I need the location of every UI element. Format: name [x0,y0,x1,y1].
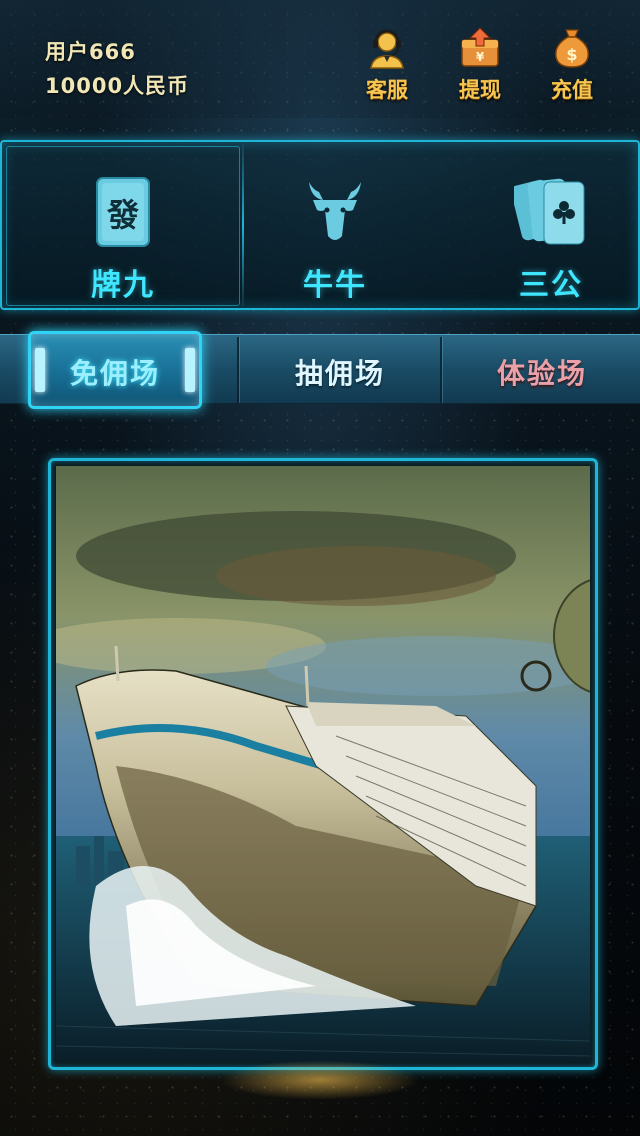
cruise-ship-illustration [56,466,590,1062]
tab-trial[interactable]: 体验场 [444,335,640,405]
tab-label-commission: 抽佣场 [294,357,385,390]
recharge-label: 充值 [551,78,593,102]
game-label-paijiu: 牌九 [91,268,155,303]
game-paijiu[interactable]: 發 牌九 [63,172,183,303]
customer-service-label: 客服 [366,78,408,102]
withdraw-label: 提现 [459,78,501,102]
tab-commission[interactable]: 抽佣场 [240,335,440,405]
headset-agent-icon [370,29,404,69]
room-type-tabs: 免佣场 抽佣场 体验场 [0,331,640,409]
header-bar: 用户666 10000人民币 客服 ¥ 提现 $ 充值 [0,0,640,118]
promo-banner[interactable] [48,458,598,1070]
tab-divider [440,337,442,403]
app-screen: 用户666 10000人民币 客服 ¥ 提现 $ 充值 發 牌九 牛牛 三公 免… [0,0,640,1136]
svg-text:¥: ¥ [476,50,485,64]
game-label-sangong: 三公 [519,268,583,303]
game-label-niuniu: 牛牛 [303,268,367,303]
playing-cards-club-icon [514,178,585,245]
tab-label-commission-free: 免佣场 [69,357,160,390]
tab-label-trial: 体验场 [496,357,587,390]
bottom-glow [220,1060,420,1100]
user-balance: 10000人民币 [45,74,190,98]
tab-divider [237,337,239,403]
tab-commission-free[interactable]: 免佣场 [28,331,202,409]
svg-text:$: $ [566,45,577,64]
bull-head-icon [309,182,361,240]
withdraw-button[interactable]: ¥ 提现 [445,26,515,102]
panel-divider [242,144,244,306]
game-selection-panel: 發 牌九 牛牛 三公 [0,140,640,310]
game-niuniu[interactable]: 牛牛 [275,172,395,303]
withdraw-yuan-box-icon: ¥ [461,27,499,67]
recharge-button[interactable]: $ 充值 [537,26,607,102]
game-sangong[interactable]: 三公 [491,172,611,303]
user-name: 用户666 [45,40,136,64]
mahjong-tile-character: 發 [106,196,139,234]
money-bag-icon: $ [555,29,589,68]
customer-service-button[interactable]: 客服 [352,26,422,102]
